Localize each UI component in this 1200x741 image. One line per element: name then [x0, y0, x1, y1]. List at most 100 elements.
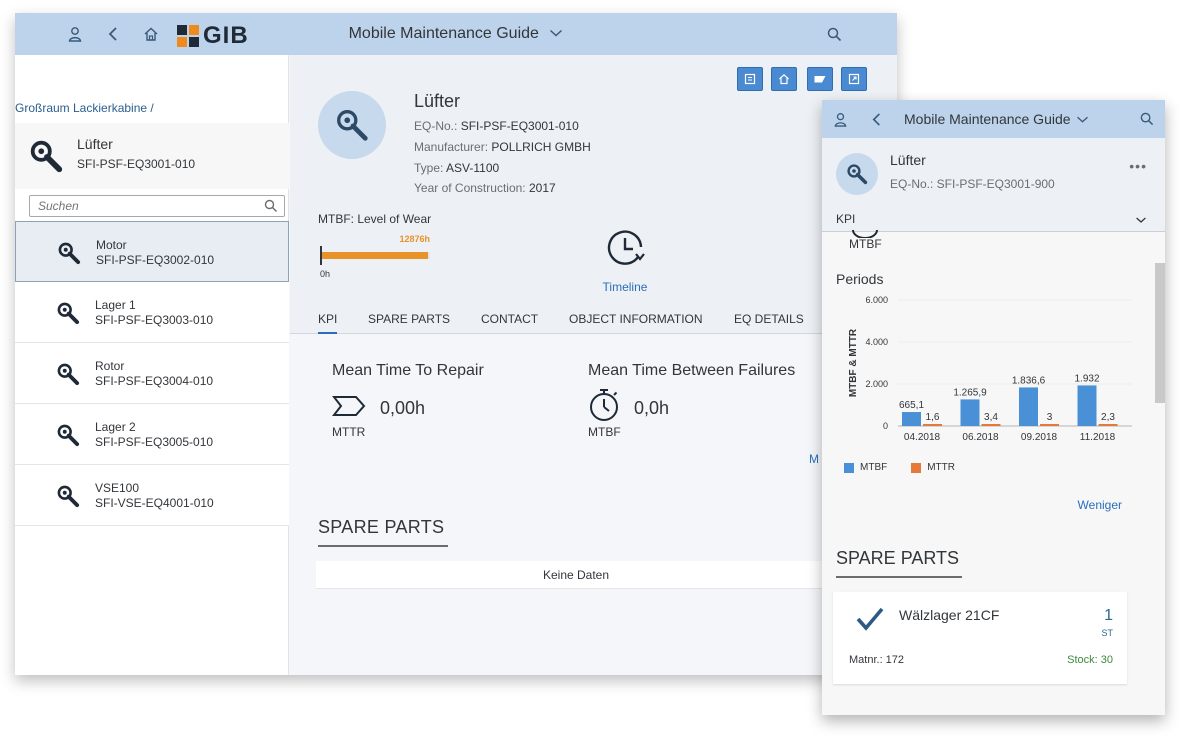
- spare-part-card[interactable]: Wälzlager 21CF 1 ST Matnr.: 172 Stock: 3…: [833, 592, 1127, 684]
- bar-mtbf: [902, 412, 921, 426]
- x-tick-label: 09.2018: [1021, 432, 1058, 443]
- list-item-id: SFI-PSF-EQ3002-010: [96, 253, 215, 267]
- mobile-shell-bar: Mobile Maintenance Guide: [822, 100, 1165, 138]
- tab-spare-parts[interactable]: SPARE PARTS: [368, 312, 450, 326]
- bar-data-label: 1,6: [926, 412, 940, 423]
- bar-data-label: 3: [1047, 412, 1053, 423]
- legend-label-mtbf: MTBF: [860, 462, 888, 473]
- no-data-row: Keine Daten: [316, 561, 836, 589]
- y-tick-label: 2.000: [865, 379, 888, 389]
- mtbf-wear-tick: [320, 246, 322, 265]
- search-icon[interactable]: [264, 199, 278, 218]
- list-item-name: Lager 1: [95, 298, 136, 312]
- equipment-list: Motor SFI-PSF-EQ3002-010 Lager 1 SFI-PSF…: [15, 221, 289, 526]
- desktop-window: GIB Mobile Maintenance Guide Großraum La…: [15, 13, 897, 675]
- app-title: Mobile Maintenance Guide: [348, 25, 539, 42]
- manufacturer-label: Manufacturer:: [414, 140, 489, 154]
- home-icon[interactable]: [136, 13, 166, 55]
- tab-eq-details[interactable]: EQ DETAILS: [734, 312, 804, 326]
- tab-kpi[interactable]: KPI: [318, 312, 338, 334]
- year-label: Year of Construction:: [414, 181, 526, 195]
- back-icon[interactable]: [862, 100, 892, 138]
- bar-data-label: 1.932: [1074, 373, 1099, 384]
- search-icon[interactable]: [819, 13, 849, 55]
- y-tick-label: 6.000: [865, 295, 888, 305]
- bar-mtbf: [960, 399, 980, 426]
- tab-object-information[interactable]: OBJECT INFORMATION: [569, 312, 703, 326]
- periods-title: Periods: [836, 271, 884, 287]
- master-list-pane: Großraum Lackierkabine / Lüfter SFI-PSF-…: [15, 55, 289, 675]
- spare-part-name: Wälzlager 21CF: [899, 607, 1000, 623]
- more-options-icon[interactable]: •••: [1129, 158, 1147, 174]
- x-tick-label: 06.2018: [962, 432, 999, 443]
- list-item-name: Motor: [96, 238, 127, 252]
- wrench-search-icon: [27, 137, 65, 180]
- bar-mttr: [981, 424, 1001, 426]
- mtbf-wear-zero: 0h: [320, 269, 331, 279]
- checkmark-icon: [855, 606, 885, 637]
- spare-parts-heading: SPARE PARTS: [836, 548, 960, 568]
- mtbf-value: 0,0h: [634, 398, 670, 418]
- home-button[interactable]: [771, 67, 797, 91]
- legend-swatch-mttr: [911, 462, 922, 473]
- list-view-button[interactable]: [737, 67, 763, 91]
- bar-mtbf: [1077, 385, 1097, 426]
- search-icon[interactable]: [1132, 100, 1162, 138]
- eq-number: EQ-No.: SFI-PSF-EQ3001-010: [414, 119, 579, 133]
- gib-logo: GIB: [177, 22, 249, 50]
- search-field[interactable]: [29, 195, 285, 217]
- wrench-search-icon: [56, 240, 82, 271]
- app-title-menu[interactable]: Mobile Maintenance Guide: [904, 111, 1089, 127]
- master-header-id: SFI-PSF-EQ3001-010: [77, 157, 196, 171]
- kpi-select-label: KPI: [836, 212, 856, 226]
- list-item[interactable]: Lager 1 SFI-PSF-EQ3003-010: [15, 282, 289, 343]
- list-icon: [744, 73, 756, 85]
- legend-label-mttr: MTTR: [927, 462, 955, 473]
- app-title-menu[interactable]: Mobile Maintenance Guide: [349, 25, 564, 43]
- eq-number-value: SFI-PSF-EQ3001-010: [460, 119, 579, 133]
- mobile-object-header: Lüfter EQ-No.: SFI-PSF-EQ3001-900 •••: [822, 138, 1165, 210]
- open-external-button[interactable]: [841, 67, 867, 91]
- timeline-button[interactable]: Timeline: [598, 227, 652, 294]
- no-data-text: Keine Daten: [542, 567, 610, 582]
- mtbf-wear-bar: 12876h 0h: [320, 234, 430, 279]
- equipment-avatar: [318, 91, 386, 159]
- bar-data-label: 1.265,9: [953, 387, 987, 398]
- spare-part-matnr: Matnr.: 172: [849, 654, 905, 666]
- stopwatch-icon: [588, 387, 620, 428]
- wrench-search-icon: [55, 422, 81, 453]
- object-title: Lüfter: [890, 152, 926, 168]
- app-title: Mobile Maintenance Guide: [904, 111, 1071, 127]
- scrollbar[interactable]: [1155, 263, 1165, 403]
- list-item[interactable]: Motor SFI-PSF-EQ3002-010: [15, 221, 289, 282]
- chevron-down-icon: [1077, 116, 1089, 123]
- wrench-search-icon: [55, 361, 81, 392]
- edit-button[interactable]: [807, 67, 833, 91]
- user-icon[interactable]: [825, 100, 855, 138]
- list-item-name: Rotor: [95, 359, 125, 373]
- back-icon[interactable]: [99, 13, 129, 55]
- mtbf-label: MTBF: [588, 425, 621, 439]
- tab-contact[interactable]: CONTACT: [481, 312, 538, 326]
- master-header-title: Lüfter: [77, 136, 113, 152]
- list-item-id: SFI-PSF-EQ3005-010: [95, 435, 214, 449]
- bar-mtbf: [1019, 387, 1038, 426]
- less-link[interactable]: Weniger: [1078, 498, 1122, 512]
- master-header: Lüfter SFI-PSF-EQ3001-010: [15, 123, 289, 189]
- manufacturer: Manufacturer: POLLRICH GMBH: [414, 140, 591, 154]
- mobile-window: Mobile Maintenance Guide Lüfter EQ-No.: …: [822, 100, 1165, 715]
- list-item[interactable]: Lager 2 SFI-PSF-EQ3005-010: [15, 404, 289, 465]
- list-item[interactable]: VSE100 SFI-VSE-EQ4001-010: [15, 465, 289, 526]
- more-link[interactable]: M: [809, 452, 819, 466]
- user-icon[interactable]: [60, 13, 90, 55]
- y-tick-label: 0: [883, 421, 888, 431]
- chevron-down-icon: [550, 29, 563, 37]
- search-input[interactable]: [30, 196, 250, 216]
- x-tick-label: 11.2018: [1080, 432, 1116, 443]
- breadcrumb[interactable]: Großraum Lackierkabine /: [15, 101, 154, 115]
- year-value: 2017: [528, 181, 556, 195]
- wrench-search-icon: [55, 300, 81, 331]
- type: Type: ASV-1100: [414, 161, 499, 175]
- detail-tabs: KPI SPARE PARTS CONTACT OBJECT INFORMATI…: [290, 298, 897, 334]
- list-item[interactable]: Rotor SFI-PSF-EQ3004-010: [15, 343, 289, 404]
